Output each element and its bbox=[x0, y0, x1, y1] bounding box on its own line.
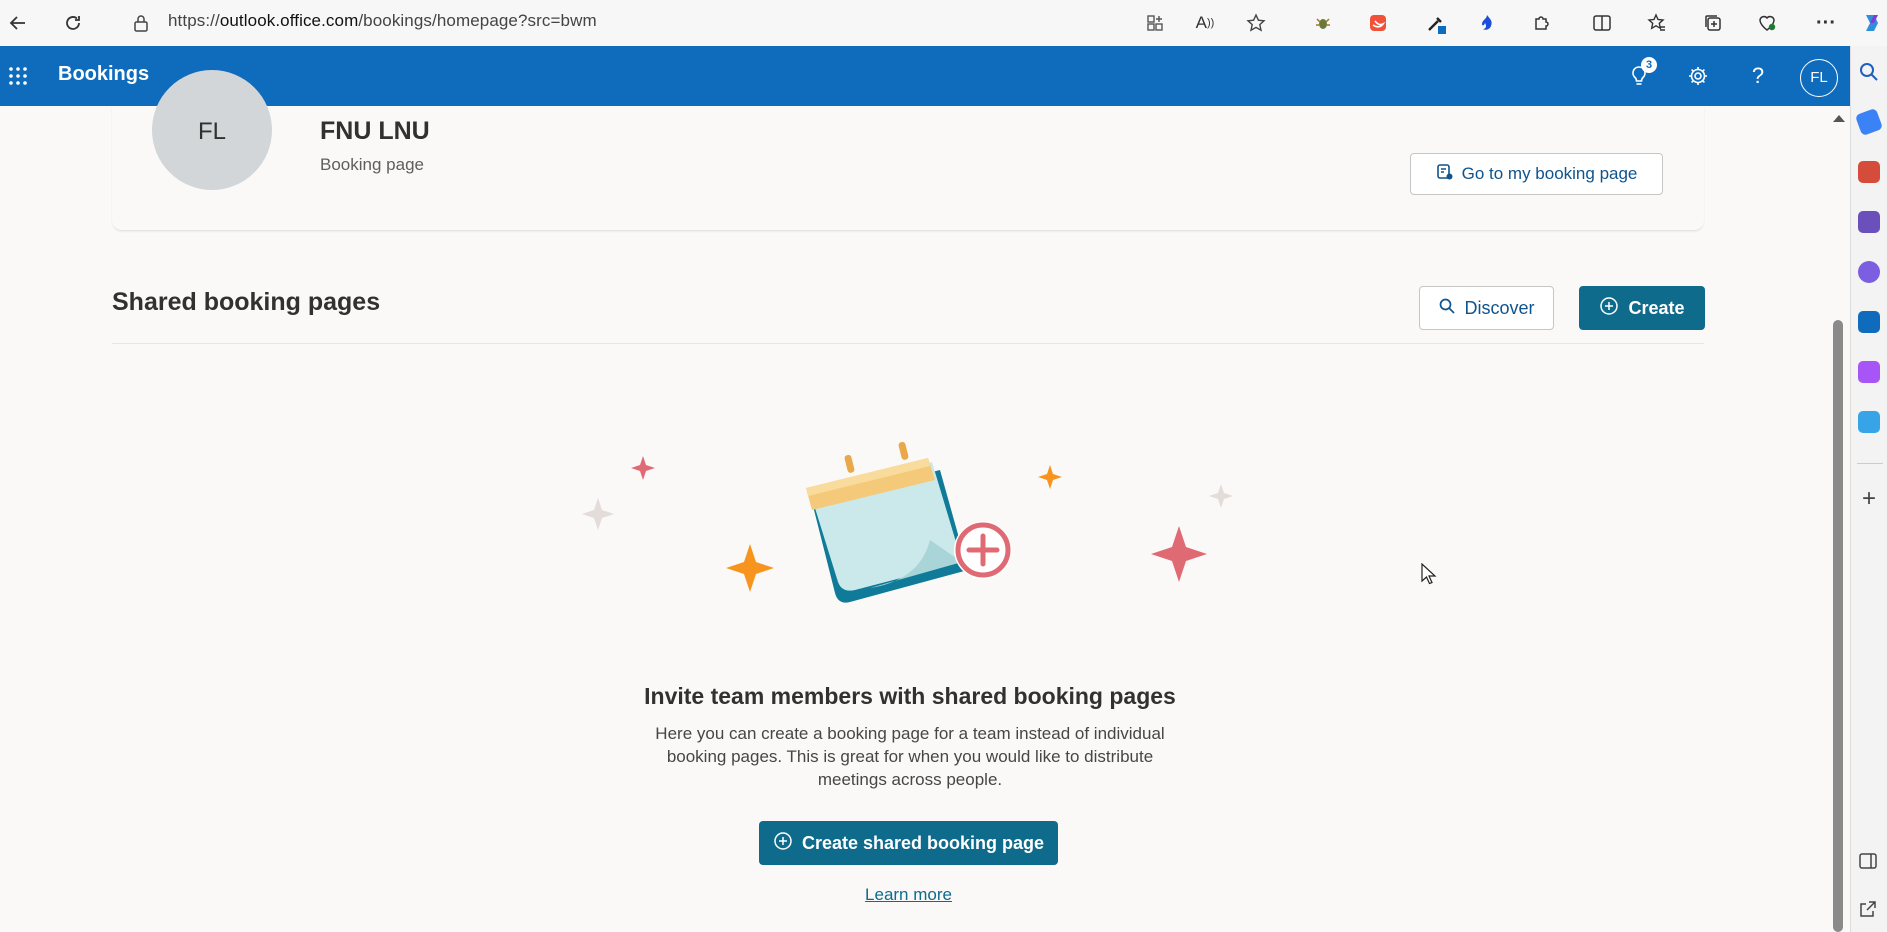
profile-subtitle: Booking page bbox=[320, 155, 424, 174]
calendar-notepad bbox=[806, 441, 968, 603]
create-shared-booking-page-button[interactable]: Create shared booking page bbox=[759, 821, 1058, 865]
designer-icon[interactable] bbox=[1858, 361, 1880, 383]
browser-sidebar: + bbox=[1850, 46, 1887, 932]
extensions-puzzle-icon[interactable] bbox=[1527, 8, 1557, 38]
sidebar-toggle-icon[interactable] bbox=[1858, 851, 1880, 873]
profile-avatar: FL bbox=[152, 70, 272, 190]
scroll-up-arrow-icon[interactable] bbox=[1833, 115, 1845, 122]
app-available-icon[interactable] bbox=[1140, 8, 1170, 38]
create-button[interactable]: Create bbox=[1579, 286, 1705, 330]
browser-essentials-icon[interactable] bbox=[1752, 8, 1782, 38]
browser-toolbar: https://outlook.office.com/bookings/home… bbox=[0, 0, 1887, 47]
notification-badge: 3 bbox=[1641, 57, 1657, 73]
discover-button[interactable]: Discover bbox=[1419, 286, 1554, 330]
sidebar-divider bbox=[1857, 463, 1883, 464]
empty-state-line-3: meetings across people. bbox=[817, 770, 1003, 789]
add-circle-icon bbox=[954, 521, 1012, 579]
search-icon bbox=[1438, 297, 1456, 320]
search-icon[interactable] bbox=[1858, 61, 1880, 83]
microsoft-365-icon[interactable] bbox=[1858, 261, 1880, 283]
go-to-my-booking-page-label: Go to my booking page bbox=[1461, 164, 1638, 183]
sparkle-pink-small bbox=[631, 456, 655, 480]
collections-icon[interactable] bbox=[1698, 8, 1728, 38]
booking-page-icon bbox=[1436, 163, 1454, 186]
address-bar[interactable]: https://outlook.office.com/bookings/home… bbox=[168, 11, 597, 31]
open-external-icon[interactable] bbox=[1858, 899, 1880, 921]
empty-state-description: Here you can create a booking page for a… bbox=[640, 722, 1180, 791]
shared-booking-pages-heading: Shared booking pages bbox=[112, 288, 381, 316]
add-circle-icon bbox=[773, 831, 793, 856]
copilot-icon[interactable] bbox=[1857, 8, 1887, 38]
settings-gear-icon[interactable] bbox=[1683, 61, 1713, 91]
add-circle-icon bbox=[1599, 296, 1619, 321]
go-to-my-booking-page-button[interactable]: Go to my booking page bbox=[1410, 153, 1663, 195]
extension-bug-icon[interactable] bbox=[1308, 8, 1338, 38]
extension-flame-icon[interactable] bbox=[1472, 8, 1502, 38]
add-sidebar-app-icon[interactable]: + bbox=[1858, 487, 1880, 511]
empty-state-line-1: Here you can create a booking page for a… bbox=[655, 724, 1165, 743]
lock-icon[interactable] bbox=[126, 8, 156, 38]
shopping-tag-icon[interactable] bbox=[1854, 107, 1884, 137]
scrollbar-thumb[interactable] bbox=[1833, 320, 1843, 932]
sparkle-grey-right bbox=[1209, 484, 1233, 508]
more-menu-icon[interactable]: ··· bbox=[1811, 8, 1841, 38]
sparkle-grey-left bbox=[582, 498, 614, 530]
discover-label: Discover bbox=[1464, 297, 1535, 318]
split-screen-icon[interactable] bbox=[1587, 8, 1617, 38]
learn-more-link[interactable]: Learn more bbox=[820, 885, 997, 905]
sparkle-orange-left bbox=[726, 544, 774, 592]
create-label: Create bbox=[1628, 297, 1685, 318]
extension-eyedropper-icon[interactable] bbox=[1421, 8, 1451, 38]
profile-name: FNU LNU bbox=[320, 117, 430, 145]
account-avatar[interactable]: FL bbox=[1800, 59, 1838, 97]
sparkle-orange-small bbox=[1038, 465, 1062, 489]
back-icon[interactable] bbox=[3, 8, 33, 38]
extension-swift-icon[interactable] bbox=[1363, 8, 1393, 38]
empty-state-line-2: booking pages. This is great for when yo… bbox=[666, 747, 1154, 766]
section-divider bbox=[112, 343, 1704, 344]
outlook-icon[interactable] bbox=[1858, 311, 1880, 333]
app-title[interactable]: Bookings bbox=[58, 63, 149, 86]
url-path: /bookings/homepage?src=bwm bbox=[358, 11, 597, 30]
telegram-send-icon[interactable] bbox=[1858, 411, 1880, 433]
url-host: outlook.office.com bbox=[219, 11, 359, 30]
url-scheme: https:// bbox=[168, 11, 220, 30]
calendar-illustration bbox=[582, 441, 1233, 603]
read-aloud-icon[interactable]: A)) bbox=[1190, 8, 1220, 38]
mouse-cursor-icon bbox=[1421, 563, 1437, 585]
empty-state-title: Invite team members with shared booking … bbox=[644, 683, 1176, 709]
app-launcher-icon[interactable] bbox=[3, 61, 33, 91]
favorite-star-icon[interactable] bbox=[1241, 8, 1271, 38]
app-header: Bookings ? bbox=[0, 46, 1850, 106]
create-shared-booking-page-label: Create shared booking page bbox=[801, 832, 1045, 853]
tools-briefcase-icon[interactable] bbox=[1858, 161, 1880, 183]
favorites-icon[interactable] bbox=[1642, 8, 1672, 38]
sparkle-pink-large bbox=[1151, 526, 1207, 582]
games-icon[interactable] bbox=[1858, 211, 1880, 233]
help-icon[interactable]: ? bbox=[1743, 61, 1773, 91]
refresh-icon[interactable] bbox=[58, 8, 88, 38]
